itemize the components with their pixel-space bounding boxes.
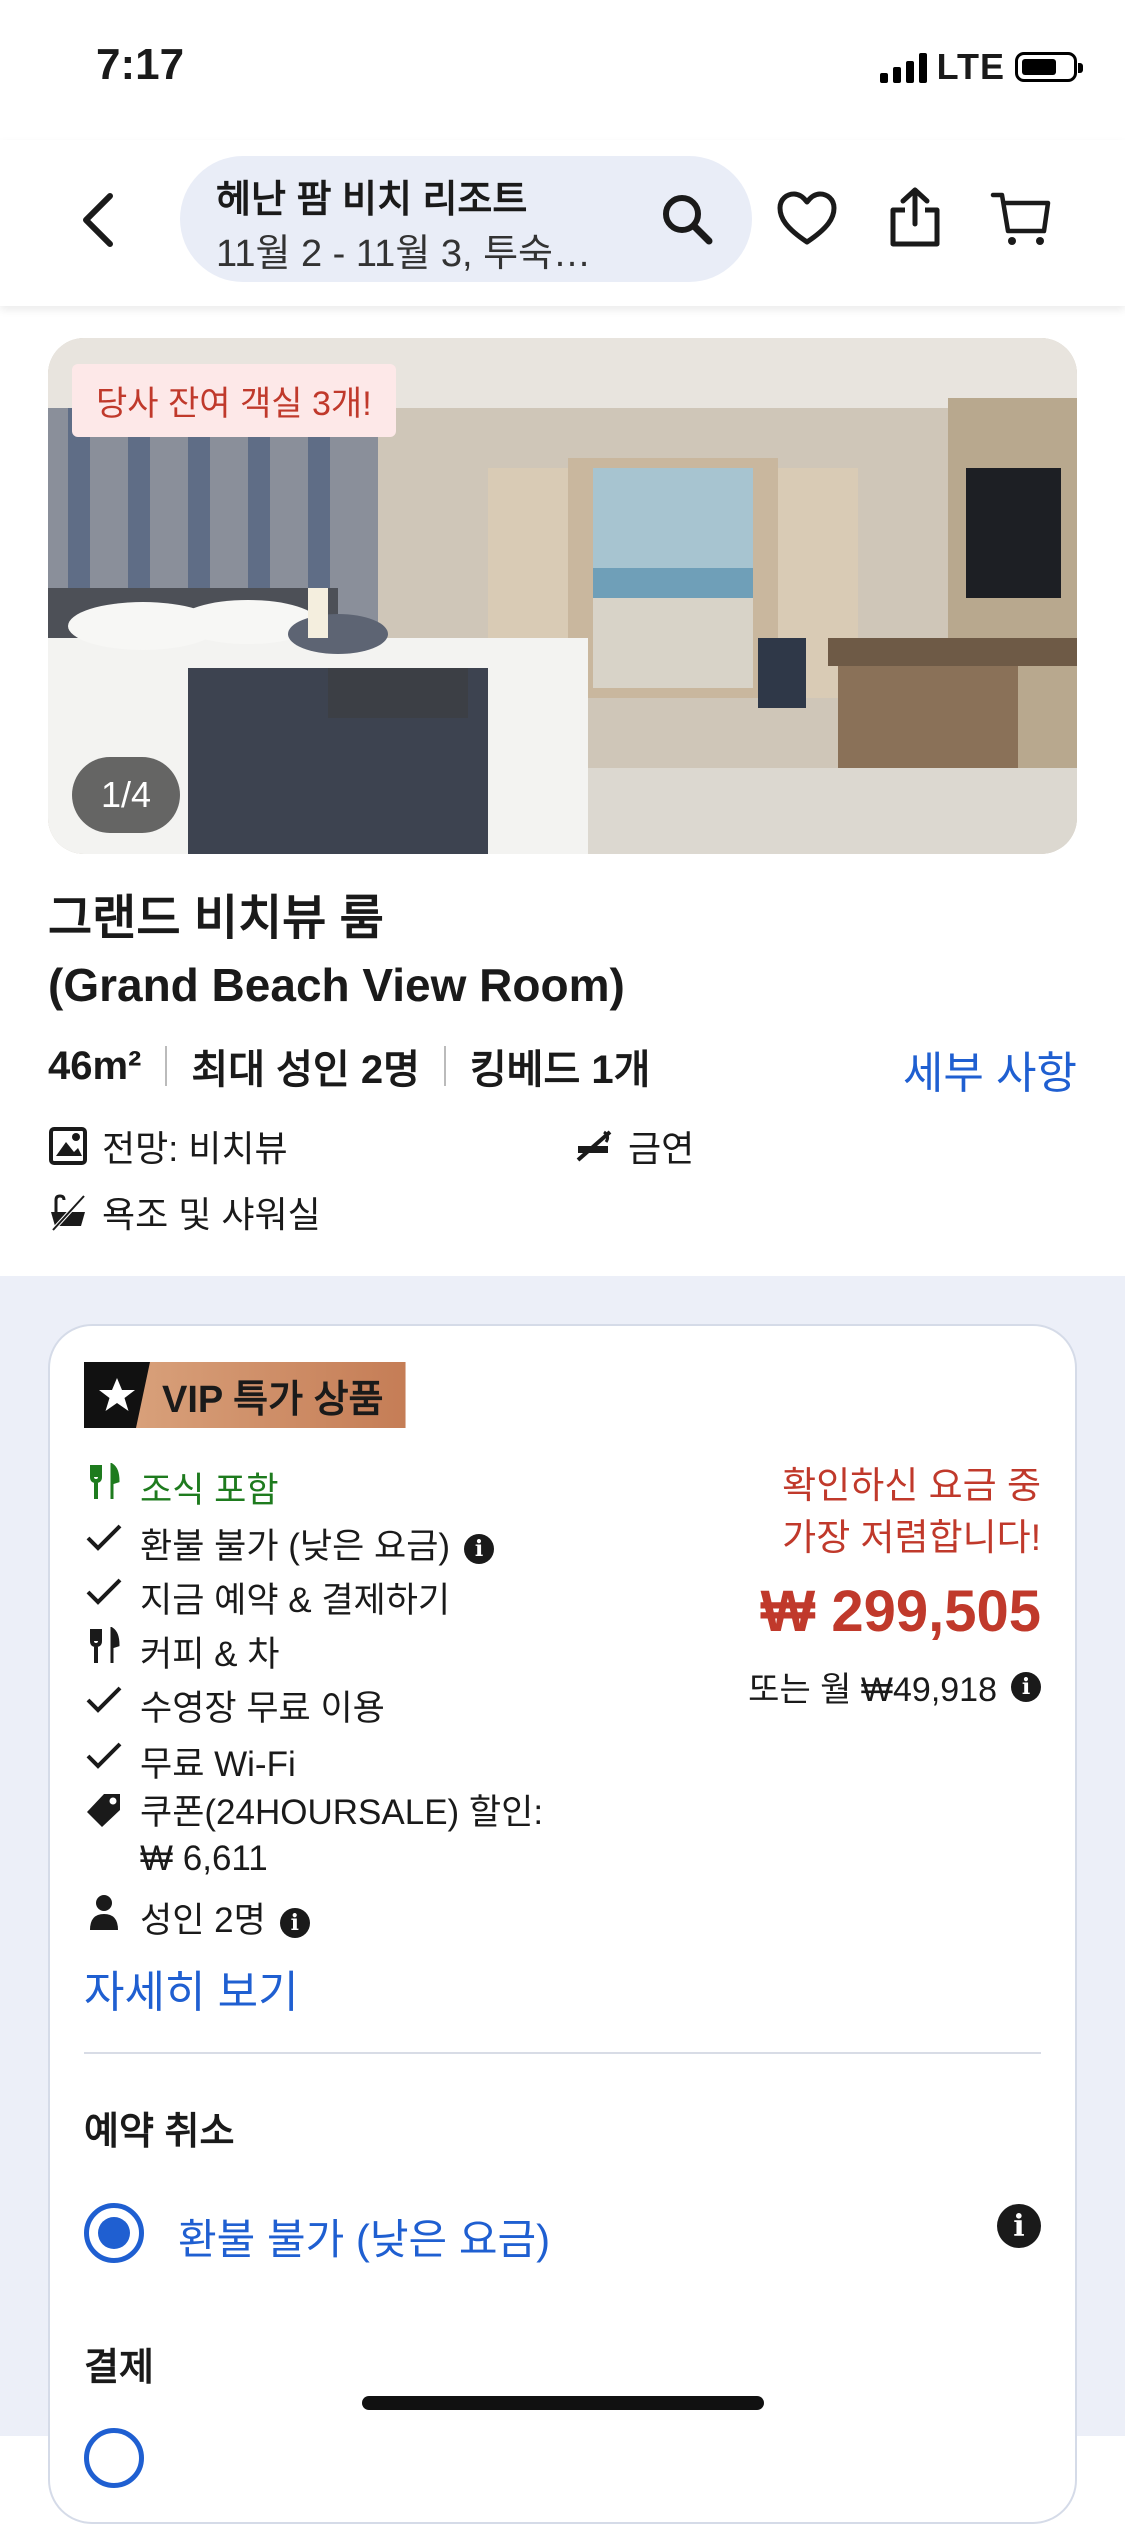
coupon-amount: ₩ 6,611: [140, 1839, 268, 1878]
room-name-english: (Grand Beach View Room): [48, 959, 625, 1011]
feature-wifi-label: 무료 Wi-Fi: [140, 1745, 296, 1784]
feature-wifi: 무료 Wi-Fi: [84, 1736, 296, 1787]
room-name: 그랜드 비치뷰 룸: [48, 892, 384, 945]
feature-breakfast: 조식 포함: [84, 1462, 279, 1513]
back-button[interactable]: [70, 190, 130, 250]
no-smoking-icon: [576, 1130, 612, 1162]
status-time: 7:17: [96, 40, 185, 89]
coupon-label: 쿠폰(24HOURSALE) 할인:: [140, 1793, 544, 1832]
feature-refund-label: 환불 불가 (낮은 요금): [140, 1527, 451, 1566]
radio-selected-dot: [98, 2217, 130, 2249]
share-button[interactable]: [880, 182, 950, 252]
payment-option-radio[interactable]: [84, 2428, 144, 2488]
feature-coffee: 커피 & 차: [84, 1626, 279, 1677]
favorite-button[interactable]: [772, 184, 842, 254]
bathtub-icon: [51, 1194, 86, 1232]
hotel-name: 헤난 팜 비치 리조트: [216, 179, 528, 221]
feature-coffee-label: 커피 & 차: [140, 1635, 280, 1674]
person-icon: [84, 1892, 124, 1932]
amenity-bath-label: 욕조 및 샤워실: [102, 1194, 321, 1235]
stay-dates: 11월 2 - 11월 3, 투숙객 2명: [216, 233, 616, 275]
room-size: 46m²: [48, 1043, 142, 1088]
feature-coupon: 쿠폰(24HOURSALE) 할인: ₩ 6,611: [84, 1790, 543, 1882]
monthly-price-label: 또는 월 ₩49,918: [748, 1671, 997, 1709]
check-icon: [84, 1518, 124, 1558]
availability-badge: 당사 잔여 객실 3개!: [72, 364, 396, 437]
price: ₩ 299,505: [760, 1579, 1041, 1644]
feature-guests-label: 성인 2명: [140, 1901, 266, 1940]
feature-guests: 성인 2명 i: [84, 1892, 310, 1943]
amenity-view-label: 전망: 비치뷰: [102, 1128, 288, 1169]
status-indicators: LTE: [879, 46, 1083, 88]
chevron-left-icon: [83, 193, 113, 247]
feature-pay-now-label: 지금 예약 & 결제하기: [140, 1581, 451, 1620]
cancellation-heading: 예약 취소: [84, 2111, 235, 2153]
divider: [165, 1046, 168, 1086]
divider: [443, 1046, 446, 1086]
battery-icon: [1015, 52, 1083, 82]
cart-icon: [990, 192, 1051, 245]
utensils-icon: [84, 1626, 124, 1666]
feature-breakfast-label: 조식 포함: [140, 1471, 279, 1510]
vip-label: VIP 특가 상품: [136, 1362, 406, 1428]
amenity-smoking-label: 금연: [628, 1128, 695, 1169]
info-icon[interactable]: i: [279, 1907, 310, 1938]
section-divider: [84, 2052, 1041, 2054]
monthly-price: 또는 월 ₩49,918 i: [748, 1662, 1041, 1711]
feature-refund: 환불 불가 (낮은 요금) i: [84, 1518, 495, 1569]
heart-icon: [777, 191, 837, 245]
payment-heading: 결제: [84, 2347, 154, 2389]
utensils-icon: [84, 1462, 124, 1502]
check-icon: [84, 1736, 124, 1776]
vip-badge: VIP 특가 상품: [84, 1362, 406, 1428]
share-icon: [890, 187, 940, 247]
home-indicator: [362, 2396, 764, 2410]
signal-icon: [879, 51, 927, 83]
search-icon: [663, 195, 713, 245]
details-link[interactable]: 세부 사항: [903, 1037, 1077, 1101]
lowest-price-line1: 확인하신 요금 중: [782, 1465, 1041, 1506]
photo-counter: 1/4: [72, 757, 180, 833]
search-button[interactable]: [652, 184, 722, 254]
info-icon[interactable]: i: [464, 1533, 495, 1564]
feature-pool: 수영장 무료 이용: [84, 1680, 385, 1731]
room-occupancy: 최대 성인 2명: [191, 1048, 420, 1092]
network-label: LTE: [936, 46, 1005, 87]
lowest-price-line2: 가장 저렴합니다!: [782, 1517, 1041, 1558]
check-icon: [84, 1572, 124, 1612]
room-specs: 46m² 최대 성인 2명 킹베드 1개: [48, 1037, 650, 1095]
more-details-link[interactable]: 자세히 보기: [84, 1956, 299, 2020]
amenity-smoking: 금연: [574, 1120, 694, 1172]
feature-pool-label: 수영장 무료 이용: [140, 1689, 385, 1728]
cancel-option-label[interactable]: 환불 불가 (낮은 요금): [178, 2206, 550, 2267]
tag-icon: [84, 1790, 124, 1830]
room-bed: 킹베드 1개: [469, 1048, 651, 1092]
info-icon[interactable]: i: [1011, 1671, 1041, 1702]
view-icon: [49, 1127, 87, 1165]
cart-button[interactable]: [986, 184, 1056, 254]
cancel-option-radio[interactable]: [84, 2203, 144, 2263]
amenity-view: 전망: 비치뷰: [48, 1120, 288, 1172]
check-icon: [84, 1680, 124, 1720]
info-icon[interactable]: i: [997, 2204, 1041, 2248]
lowest-price-note: 확인하신 요금 중 가장 저렴합니다!: [782, 1460, 1041, 1564]
feature-pay-now: 지금 예약 & 결제하기: [84, 1572, 450, 1623]
amenity-bath: 욕조 및 샤워실: [48, 1186, 321, 1238]
